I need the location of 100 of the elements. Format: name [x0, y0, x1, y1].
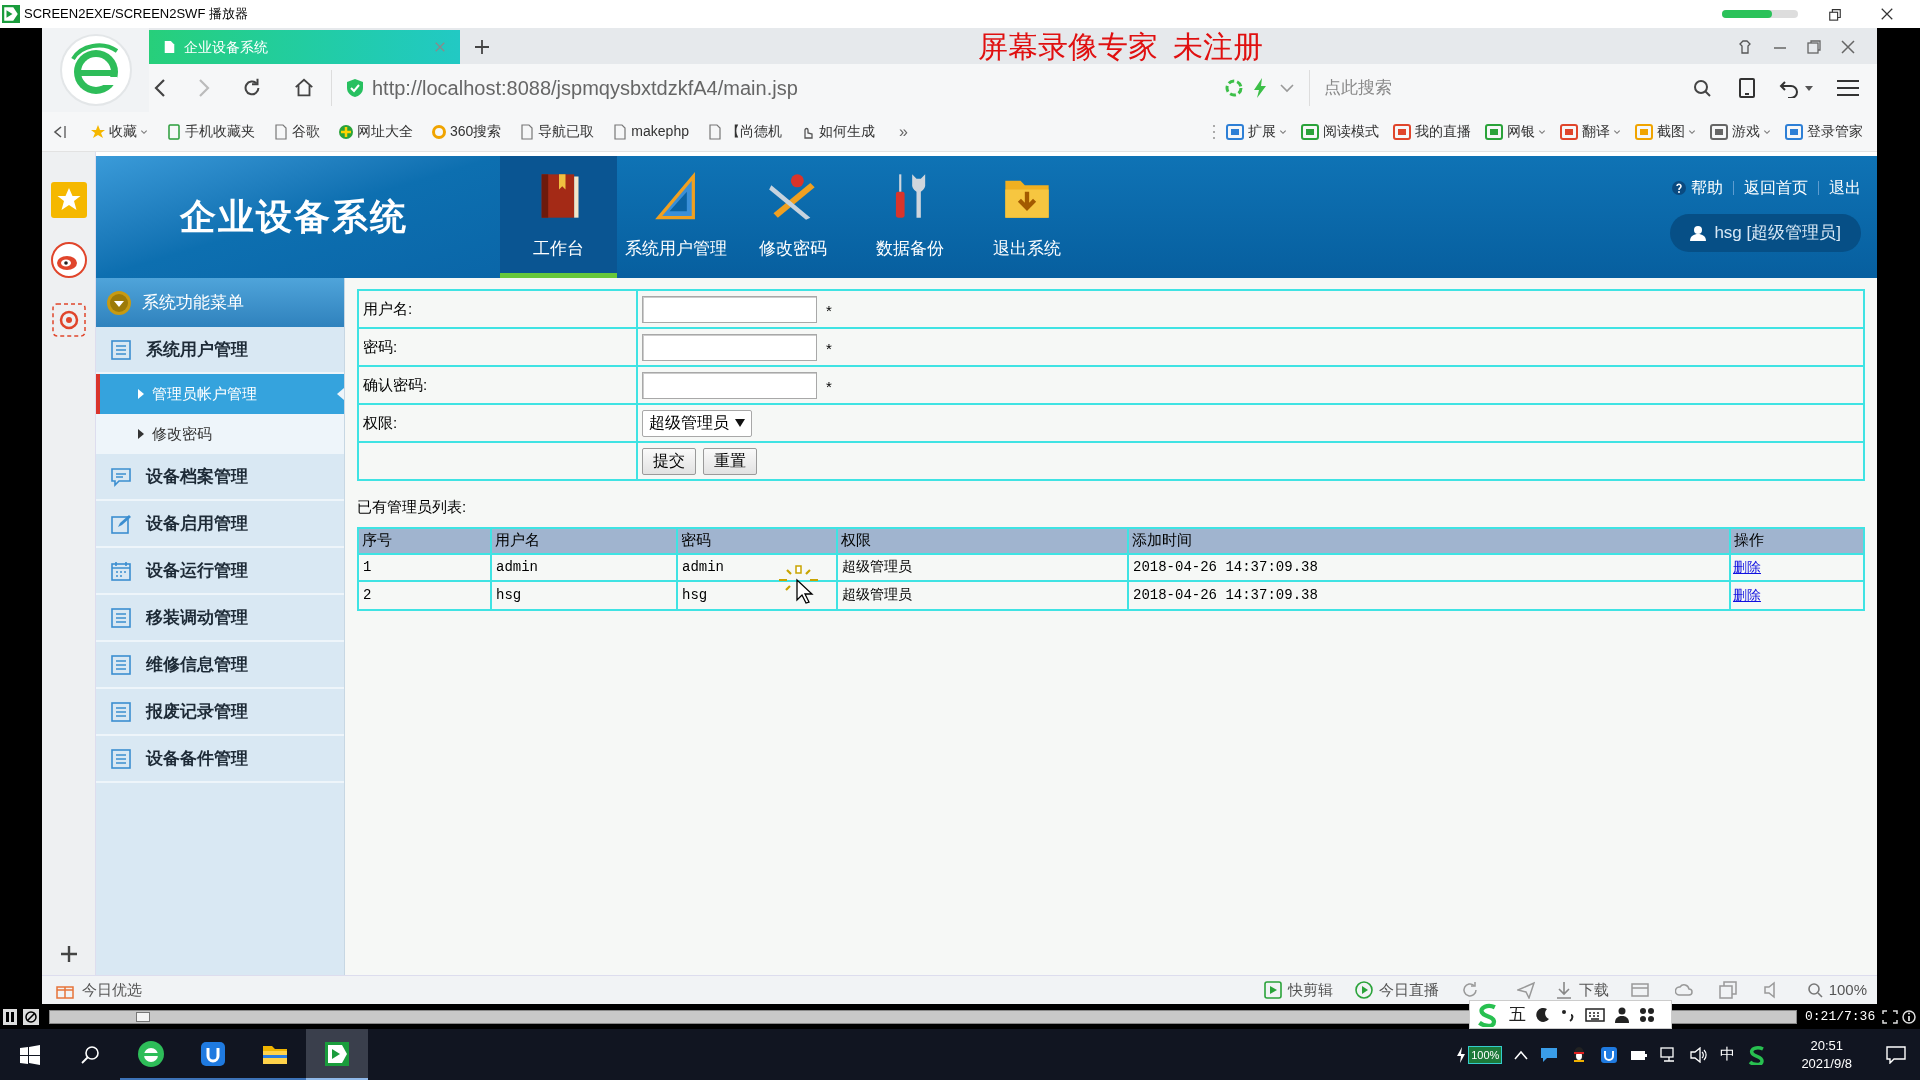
zoom-level[interactable]: 100%: [1828, 978, 1867, 1002]
input-language-indicator[interactable]: 中: [1720, 1043, 1736, 1066]
chevron-up-icon[interactable]: [1514, 1049, 1529, 1060]
handle-icon[interactable]: [1212, 123, 1216, 140]
chat-icon[interactable]: [1540, 1045, 1559, 1064]
undo-icon[interactable]: [1779, 78, 1799, 98]
toolbar-link[interactable]: 登录管家: [1785, 121, 1863, 142]
moon-icon[interactable]: [1535, 1006, 1551, 1023]
user-icon[interactable]: [1614, 1006, 1630, 1023]
menu-icon[interactable]: [1837, 79, 1859, 97]
caret-icon[interactable]: [1279, 127, 1287, 136]
input-mode-button[interactable]: 五: [1509, 1006, 1526, 1023]
pause-icon[interactable]: [3, 1008, 17, 1025]
header-link[interactable]: 返回首页: [1744, 176, 1808, 200]
bookmark-link[interactable]: 手机收藏夹: [166, 121, 255, 142]
menu-item[interactable]: 设备运行管理: [96, 548, 344, 595]
skin-icon[interactable]: [1737, 39, 1753, 55]
caret-icon[interactable]: [1613, 127, 1621, 136]
header-link[interactable]: 帮助: [1691, 176, 1723, 200]
clock-time[interactable]: 20:51: [1810, 1036, 1843, 1055]
tablet-icon[interactable]: [1739, 78, 1755, 98]
clock-date[interactable]: 2021/9/8: [1801, 1054, 1852, 1073]
password-field[interactable]: [642, 371, 817, 399]
back-icon[interactable]: [153, 78, 167, 98]
nav-tab[interactable]: 修改密码: [734, 156, 851, 278]
edit-icon: [110, 512, 132, 535]
password-field[interactable]: [642, 333, 817, 361]
windows-logo-icon[interactable]: [20, 1044, 40, 1065]
restore-icon[interactable]: [1828, 7, 1842, 21]
menu-item[interactable]: 维修信息管理: [96, 642, 344, 689]
volume-icon[interactable]: [1690, 1046, 1709, 1063]
progress-thumb[interactable]: [135, 1011, 150, 1022]
submenu-item[interactable]: 修改密码: [96, 414, 344, 454]
delete-link[interactable]: 删除: [1733, 584, 1761, 606]
bookmark-link[interactable]: 收藏: [90, 121, 148, 142]
apps-grid-icon[interactable]: [1639, 1006, 1655, 1023]
nav-tab[interactable]: 系统用户管理: [617, 156, 734, 278]
form-button[interactable]: 重置: [703, 447, 757, 475]
taskbar-app[interactable]: [306, 1029, 368, 1080]
zoom-icon[interactable]: [1806, 982, 1823, 998]
nav-tab[interactable]: 工作台: [500, 156, 617, 278]
more-bookmarks-button[interactable]: »: [898, 119, 908, 144]
cloud-icon[interactable]: [1674, 981, 1693, 999]
caret-icon[interactable]: [1805, 84, 1813, 92]
toolbar-link[interactable]: 翻译: [1560, 121, 1621, 142]
menu-item[interactable]: 报废记录管理: [96, 689, 344, 736]
bookmark-link[interactable]: 【尚德机: [706, 121, 782, 142]
status-link[interactable]: 下载: [1554, 978, 1609, 1002]
help-icon[interactable]: [1672, 181, 1686, 195]
bookmark-link[interactable]: 导航已取: [519, 121, 595, 142]
info-icon[interactable]: [1902, 1009, 1916, 1024]
keyboard-icon[interactable]: [1585, 1006, 1605, 1023]
caret-icon[interactable]: [1688, 127, 1696, 136]
maximize-icon[interactable]: [1807, 40, 1821, 54]
toolbar-link[interactable]: 我的直播: [1393, 121, 1471, 142]
user-badge[interactable]: hsg [超级管理员]: [1670, 214, 1861, 252]
toolbar-link[interactable]: 网银: [1485, 121, 1546, 142]
required-mark: *: [826, 338, 832, 359]
notification-icon[interactable]: [1886, 1045, 1906, 1064]
bookmark-link[interactable]: 网址大全: [338, 121, 413, 142]
no-sound-icon[interactable]: [23, 1008, 39, 1025]
collapse-icon[interactable]: [52, 124, 66, 139]
caret-icon[interactable]: [1763, 127, 1771, 136]
caret-icon[interactable]: [1538, 127, 1546, 136]
nav-tab[interactable]: 数据备份: [851, 156, 968, 278]
column-header: 密码: [678, 528, 838, 553]
toolbar-link[interactable]: 阅读模式: [1301, 121, 1379, 142]
menu-item[interactable]: 设备档案管理: [96, 454, 344, 501]
daily-picks-link[interactable]: 今日优选: [82, 978, 142, 1002]
bookmark-link[interactable]: makephp: [612, 121, 689, 142]
header-link[interactable]: 退出: [1829, 176, 1861, 200]
search-icon[interactable]: [80, 1044, 100, 1065]
bookmark-link[interactable]: 360搜索: [431, 121, 502, 142]
battery-level[interactable]: 100%: [1468, 1045, 1503, 1064]
close-icon[interactable]: [1880, 7, 1894, 21]
toolbar-link[interactable]: 扩展: [1226, 121, 1287, 142]
home-icon[interactable]: [293, 77, 315, 99]
search-field[interactable]: 点此搜索: [1324, 75, 1693, 101]
bookmark-link[interactable]: 如何生成: [799, 121, 875, 142]
search-icon[interactable]: [1693, 79, 1711, 97]
form-button[interactable]: 提交: [642, 447, 696, 475]
address-field[interactable]: http://localhost:8088/jspmqysbxtdzkfA4/main.jsp: [331, 70, 1211, 106]
delete-link[interactable]: 删除: [1733, 556, 1761, 578]
toolbar-link[interactable]: 游戏: [1710, 121, 1771, 142]
menu-item[interactable]: 设备启用管理: [96, 501, 344, 548]
toolbar-link[interactable]: 截图: [1635, 121, 1696, 142]
menu-item[interactable]: 移装调动管理: [96, 595, 344, 642]
bookmark-link[interactable]: 谷歌: [273, 121, 320, 142]
status-link[interactable]: 快剪辑: [1263, 978, 1333, 1002]
role-select[interactable]: 超级管理员: [642, 409, 752, 437]
caret-icon[interactable]: [140, 127, 148, 136]
fullscreen-icon[interactable]: [1882, 1009, 1898, 1024]
new-tab-icon[interactable]: [474, 39, 490, 55]
paper-plane-icon[interactable]: [1516, 981, 1535, 999]
status-link[interactable]: 今日直播: [1354, 978, 1439, 1002]
username-field[interactable]: [642, 295, 817, 323]
menu-item[interactable]: 设备备件管理: [96, 736, 344, 783]
page-icon: [519, 123, 536, 140]
nav-tab[interactable]: 退出系统: [968, 156, 1085, 278]
add-icon[interactable]: [59, 945, 78, 963]
